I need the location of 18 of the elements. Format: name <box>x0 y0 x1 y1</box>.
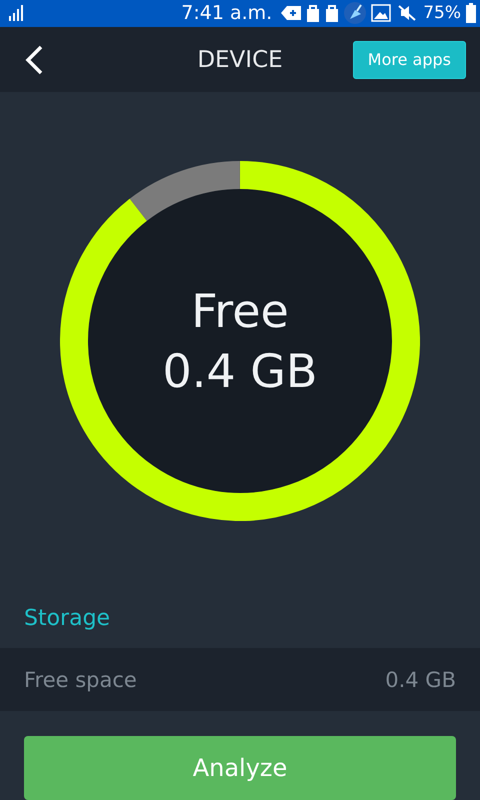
image-icon <box>371 4 392 22</box>
page-title: DEVICE <box>197 46 283 73</box>
section-title: Storage <box>24 606 110 632</box>
row-value: 0.4 GB <box>385 668 456 692</box>
analyze-button[interactable]: Analyze <box>24 736 456 800</box>
bag-icon <box>306 4 320 22</box>
ring-label: Free <box>191 282 289 340</box>
mute-icon <box>396 4 418 22</box>
battery-icon <box>466 3 476 24</box>
bag-icon <box>325 4 340 22</box>
signal-icon <box>8 5 24 22</box>
ring-value: 0.4 GB <box>162 342 318 400</box>
back-icon <box>24 44 44 76</box>
row-label: Free space <box>24 668 137 692</box>
status-time: 7:41 a.m. <box>181 2 272 24</box>
more-apps-button[interactable]: More apps <box>352 40 466 79</box>
battery-percent: 75% <box>423 3 461 24</box>
notification-icon <box>281 6 302 20</box>
